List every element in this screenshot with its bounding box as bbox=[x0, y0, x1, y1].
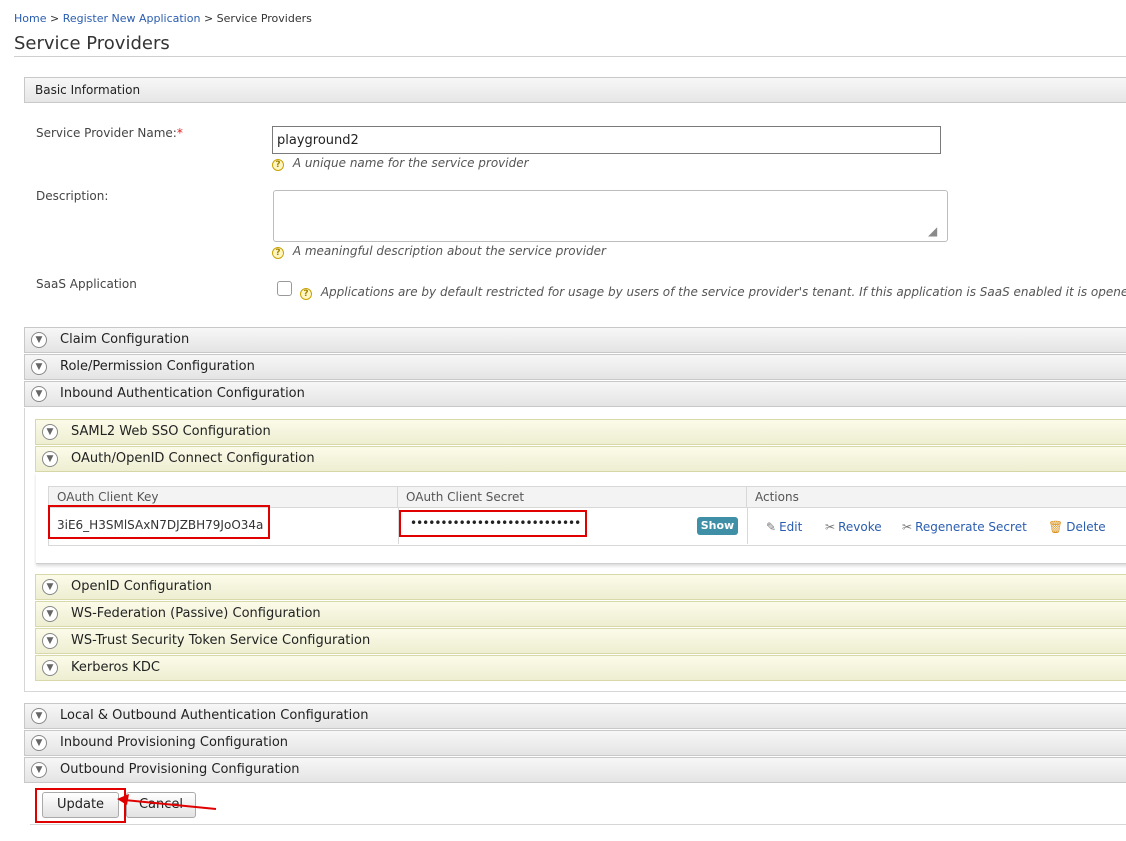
delete-action[interactable]: 🗑 Delete bbox=[1048, 520, 1106, 534]
section-title: Outbound Provisioning Configuration bbox=[60, 762, 300, 777]
subsection-title: WS-Trust Security Token Service Configur… bbox=[71, 633, 371, 648]
chevron-down-icon[interactable]: ▼ bbox=[42, 579, 58, 595]
cell-divider bbox=[747, 508, 748, 544]
section-title: Local & Outbound Authentication Configur… bbox=[60, 708, 369, 723]
subsection-openid[interactable]: ▼ OpenID Configuration bbox=[35, 574, 1126, 600]
page-title: Service Providers bbox=[14, 33, 170, 54]
chevron-down-icon[interactable]: ▼ bbox=[42, 424, 58, 440]
delete-action-label: Delete bbox=[1066, 520, 1106, 534]
subsection-title: OpenID Configuration bbox=[71, 579, 212, 594]
service-provider-name-hint-text: A unique name for the service provider bbox=[292, 156, 529, 170]
subsection-title: OAuth/OpenID Connect Configuration bbox=[71, 451, 315, 466]
saas-application-hint: ? Applications are by default restricted… bbox=[300, 285, 1126, 300]
chevron-down-icon[interactable]: ▼ bbox=[31, 735, 47, 751]
breadcrumb-register-link[interactable]: Register New Application bbox=[63, 12, 201, 25]
highlight-client-key bbox=[48, 505, 270, 539]
subsection-title: SAML2 Web SSO Configuration bbox=[71, 424, 271, 439]
chevron-down-icon[interactable]: ▼ bbox=[31, 708, 47, 724]
breadcrumb: Home > Register New Application > Servic… bbox=[14, 12, 312, 25]
chevron-down-icon[interactable]: ▼ bbox=[42, 633, 58, 649]
chevron-down-icon[interactable]: ▼ bbox=[31, 359, 47, 375]
description-textarea[interactable] bbox=[273, 190, 948, 242]
edit-action-label: Edit bbox=[779, 520, 803, 534]
saas-application-label: SaaS Application bbox=[36, 277, 137, 291]
breadcrumb-separator: > bbox=[49, 12, 60, 25]
delete-icon: 🗑 bbox=[1048, 520, 1064, 534]
service-provider-name-label-text: Service Provider Name: bbox=[36, 126, 177, 140]
highlight-client-secret bbox=[399, 510, 587, 537]
service-provider-name-label: Service Provider Name:* bbox=[36, 126, 183, 140]
section-title: Role/Permission Configuration bbox=[60, 359, 255, 374]
section-outbound-provisioning[interactable]: ▼ Outbound Provisioning Configuration bbox=[24, 757, 1126, 783]
subsection-oauth-openid-connect[interactable]: ▼ OAuth/OpenID Connect Configuration bbox=[35, 446, 1126, 472]
chevron-down-icon[interactable]: ▼ bbox=[42, 451, 58, 467]
subsection-kerberos-kdc[interactable]: ▼ Kerberos KDC bbox=[35, 655, 1126, 681]
regenerate-secret-action[interactable]: ✂ Regenerate Secret bbox=[902, 520, 1027, 534]
regenerate-secret-action-label: Regenerate Secret bbox=[915, 520, 1027, 534]
section-inbound-provisioning[interactable]: ▼ Inbound Provisioning Configuration bbox=[24, 730, 1126, 756]
revoke-action-label: Revoke bbox=[838, 520, 882, 534]
chevron-down-icon[interactable]: ▼ bbox=[31, 386, 47, 402]
section-claim-configuration[interactable]: ▼ Claim Configuration bbox=[24, 327, 1126, 353]
saas-application-checkbox[interactable] bbox=[277, 281, 292, 296]
help-icon: ? bbox=[272, 159, 284, 171]
section-role-permission-configuration[interactable]: ▼ Role/Permission Configuration bbox=[24, 354, 1126, 380]
chevron-down-icon[interactable]: ▼ bbox=[42, 606, 58, 622]
subsection-ws-federation[interactable]: ▼ WS-Federation (Passive) Configuration bbox=[35, 601, 1126, 627]
service-provider-name-input[interactable] bbox=[272, 126, 941, 154]
help-icon: ? bbox=[272, 247, 284, 259]
resize-grip-icon[interactable]: ◢ bbox=[928, 224, 942, 238]
breadcrumb-separator: > bbox=[203, 12, 214, 25]
section-local-outbound-authentication[interactable]: ▼ Local & Outbound Authentication Config… bbox=[24, 703, 1126, 729]
chevron-down-icon[interactable]: ▼ bbox=[31, 762, 47, 778]
section-inbound-authentication-configuration[interactable]: ▼ Inbound Authentication Configuration bbox=[24, 381, 1126, 407]
saas-application-hint-text: Applications are by default restricted f… bbox=[320, 285, 1126, 299]
edit-action[interactable]: ✎ Edit bbox=[766, 520, 802, 534]
column-header-actions: Actions bbox=[755, 490, 799, 504]
chevron-down-icon[interactable]: ▼ bbox=[42, 660, 58, 676]
subsection-title: Kerberos KDC bbox=[71, 660, 161, 675]
basic-information-header[interactable]: Basic Information bbox=[24, 77, 1126, 103]
breadcrumb-current: Service Providers bbox=[216, 12, 312, 25]
revoke-icon: ✂ bbox=[825, 520, 836, 534]
breadcrumb-home-link[interactable]: Home bbox=[14, 12, 46, 25]
regenerate-icon: ✂ bbox=[902, 520, 913, 534]
subsection-saml2-web-sso[interactable]: ▼ SAML2 Web SSO Configuration bbox=[35, 419, 1126, 445]
revoke-action[interactable]: ✂ Revoke bbox=[825, 520, 882, 534]
column-header-client-key: OAuth Client Key bbox=[49, 487, 398, 507]
section-title: Inbound Provisioning Configuration bbox=[60, 735, 289, 750]
chevron-down-icon[interactable]: ▼ bbox=[31, 332, 47, 348]
show-secret-button[interactable]: Show bbox=[697, 517, 738, 535]
section-title: Inbound Authentication Configuration bbox=[60, 386, 305, 401]
required-mark: * bbox=[176, 126, 183, 140]
description-label: Description: bbox=[36, 189, 109, 203]
subsection-ws-trust[interactable]: ▼ WS-Trust Security Token Service Config… bbox=[35, 628, 1126, 654]
service-provider-name-hint: ? A unique name for the service provider bbox=[272, 156, 529, 171]
title-divider bbox=[14, 56, 1126, 57]
edit-icon: ✎ bbox=[766, 520, 777, 534]
description-hint: ? A meaningful description about the ser… bbox=[272, 244, 606, 259]
help-icon: ? bbox=[300, 288, 312, 300]
subsection-title: WS-Federation (Passive) Configuration bbox=[71, 606, 321, 621]
column-header-client-secret: OAuth Client Secret bbox=[398, 487, 747, 507]
section-title: Claim Configuration bbox=[60, 332, 190, 347]
arrow-annotation-icon bbox=[117, 794, 217, 810]
description-hint-text: A meaningful description about the servi… bbox=[292, 244, 606, 258]
footer-divider bbox=[30, 824, 1126, 825]
